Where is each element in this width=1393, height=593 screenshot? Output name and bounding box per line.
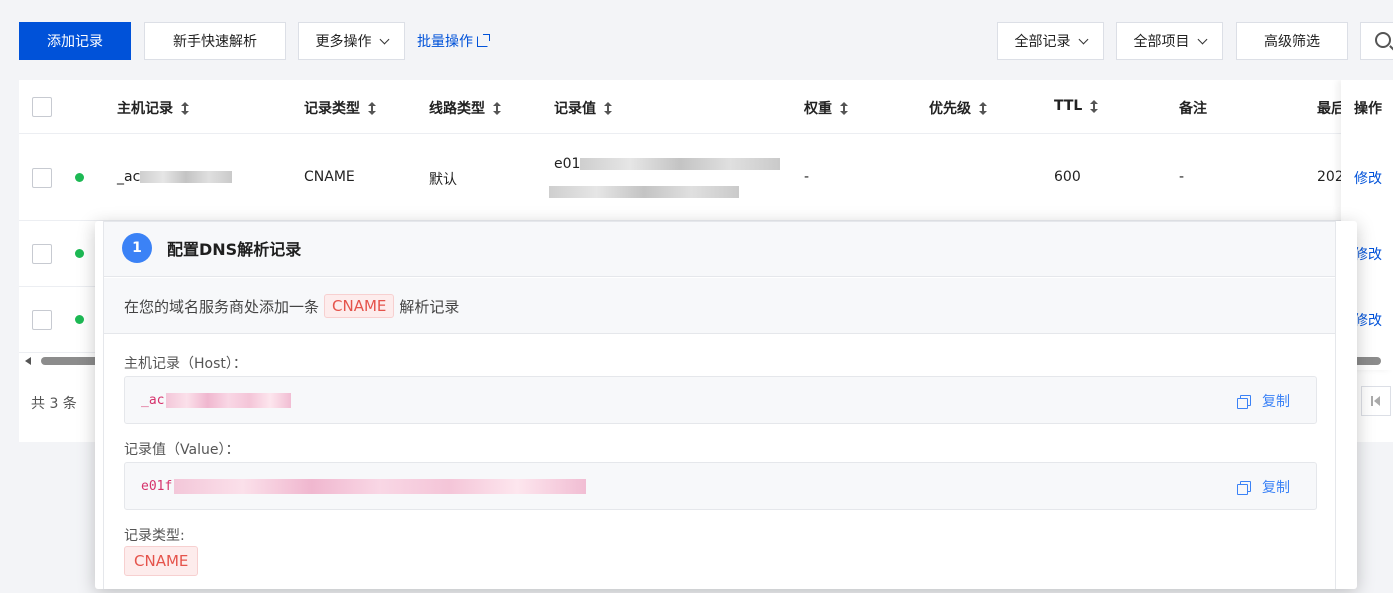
table-row: _ac CNAME 默认 e01 - 600 - 202 (19, 135, 1393, 221)
sort-icon (840, 101, 848, 115)
col-remark: 备注 (1179, 101, 1207, 117)
updated-cell: 202 (1317, 169, 1344, 185)
value-label: 记录值（Value）： (124, 442, 240, 458)
advanced-filter-button[interactable]: 高级筛选 (1236, 22, 1348, 60)
step-description: 在您的域名服务商处添加一条 CNAME 解析记录 (104, 278, 1335, 334)
select-all-checkbox[interactable] (32, 97, 52, 117)
batch-ops-label: 批量操作 (417, 34, 473, 50)
copy-host-button[interactable]: 复制 (1237, 391, 1290, 411)
external-link-icon (477, 33, 490, 47)
sort-icon (493, 101, 501, 115)
value-cell: e01 (554, 156, 781, 172)
col-weight[interactable]: 权重 (804, 98, 848, 118)
dns-config-popover: 1 配置DNS解析记录 在您的域名服务商处添加一条 CNAME 解析记录 主机记… (95, 221, 1357, 589)
ttl-cell: 600 (1054, 169, 1081, 185)
status-dot (75, 173, 84, 182)
row-checkbox[interactable] (32, 168, 52, 188)
value-cell-line2 (549, 184, 739, 200)
row-checkbox[interactable] (32, 244, 52, 264)
sort-icon (1090, 99, 1099, 113)
add-record-button[interactable]: 添加记录 (19, 22, 131, 60)
sort-icon (604, 101, 612, 115)
status-dot (75, 315, 84, 324)
col-action: 操作 (1354, 101, 1382, 117)
all-items-label: 全部项目 (1133, 34, 1190, 50)
weight-cell: - (804, 169, 810, 185)
col-type[interactable]: 记录类型 (304, 98, 376, 118)
edit-link[interactable]: 修改 (1354, 310, 1382, 330)
line-cell: 默认 (429, 172, 457, 188)
col-priority[interactable]: 优先级 (929, 98, 987, 118)
record-value: e01f (141, 479, 173, 494)
record-type-tag: CNAME (324, 294, 395, 318)
total-count: 共 3 条 (31, 396, 77, 412)
scroll-left-icon[interactable] (25, 357, 31, 365)
copy-label: 复制 (1262, 394, 1290, 410)
batch-ops-link[interactable]: 批量操作 (417, 31, 490, 51)
search-button[interactable] (1360, 22, 1393, 60)
desc-text: 在您的域名服务商处添加一条 (124, 297, 320, 316)
edit-link[interactable]: 修改 (1354, 168, 1382, 188)
edit-link[interactable]: 修改 (1354, 244, 1382, 264)
table-header: 主机记录 记录类型 线路类型 记录值 权重 优先级 TTL 备注 最后 (19, 80, 1393, 134)
all-records-label: 全部记录 (1014, 34, 1071, 50)
copy-value-button[interactable]: 复制 (1237, 477, 1290, 497)
all-items-dropdown[interactable]: 全部项目 (1116, 22, 1223, 60)
copy-icon (1237, 480, 1251, 495)
copy-label: 复制 (1262, 480, 1290, 496)
host-value: _ac (141, 393, 165, 408)
type-label: 记录类型: (124, 528, 185, 544)
step-title: 配置DNS解析记录 (167, 240, 302, 259)
value-field: e01f 复制 (124, 462, 1317, 510)
status-dot (75, 249, 84, 258)
host-label: 主机记录（Host）： (124, 356, 247, 372)
all-records-dropdown[interactable]: 全部记录 (997, 22, 1104, 60)
step-header: 1 配置DNS解析记录 (104, 222, 1335, 277)
host-cell: _ac (117, 169, 233, 185)
type-cell: CNAME (304, 169, 355, 185)
more-ops-dropdown[interactable]: 更多操作 (298, 22, 405, 60)
host-field: _ac 复制 (124, 376, 1317, 424)
remark-cell: - (1179, 169, 1185, 185)
dns-config-card: 1 配置DNS解析记录 在您的域名服务商处添加一条 CNAME 解析记录 主机记… (103, 221, 1336, 589)
quick-parse-button[interactable]: 新手快速解析 (144, 22, 286, 60)
chevron-down-icon (1078, 34, 1088, 44)
record-type-badge: CNAME (124, 546, 199, 576)
first-page-button[interactable] (1361, 386, 1391, 416)
sort-icon (979, 101, 987, 115)
more-ops-label: 更多操作 (315, 34, 372, 50)
first-page-icon (1371, 396, 1381, 406)
row-checkbox[interactable] (32, 310, 52, 330)
col-line[interactable]: 线路类型 (429, 98, 501, 118)
col-ttl[interactable]: TTL (1054, 98, 1099, 114)
desc-text-end: 解析记录 (399, 297, 460, 316)
col-host[interactable]: 主机记录 (117, 98, 189, 118)
search-icon (1375, 32, 1391, 48)
chevron-down-icon (379, 34, 389, 44)
col-value[interactable]: 记录值 (554, 98, 612, 118)
sort-icon (368, 101, 376, 115)
chevron-down-icon (1197, 34, 1207, 44)
sort-icon (181, 101, 189, 115)
step-badge: 1 (122, 233, 152, 263)
copy-icon (1237, 394, 1251, 409)
